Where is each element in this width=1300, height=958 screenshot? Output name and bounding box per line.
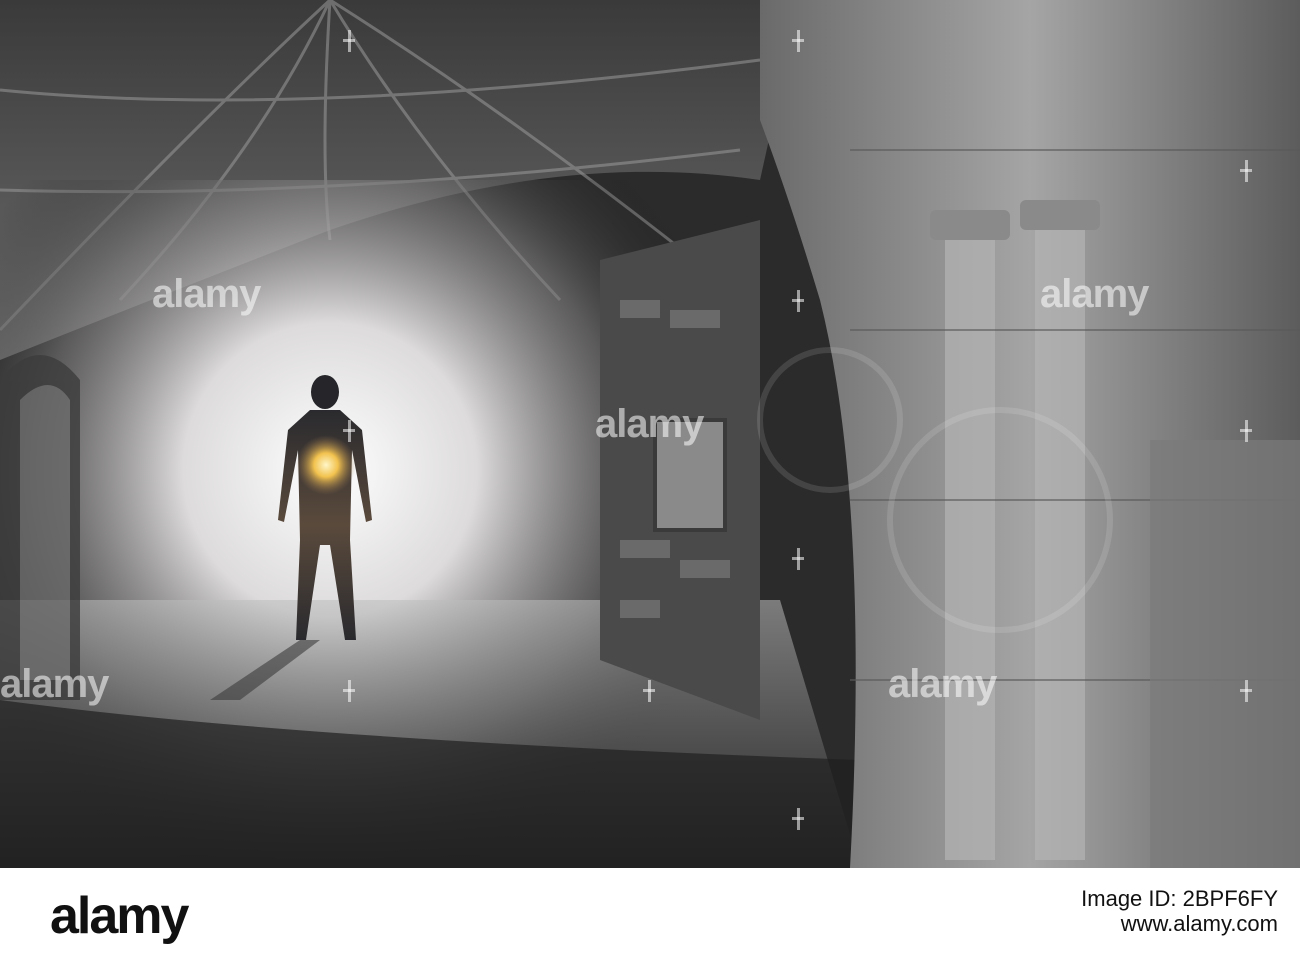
- watermark-text: alamy: [888, 662, 997, 706]
- watermark-cross-icon: [1240, 420, 1252, 442]
- watermark-cross-icon: [1240, 680, 1252, 702]
- watermark-cross-icon: [792, 30, 804, 52]
- watermark-cross-icon: [792, 290, 804, 312]
- stock-photo: alamy alamy alamy alamy alamy: [0, 0, 1300, 868]
- watermark-text: alamy: [595, 402, 704, 446]
- watermark-cross-icon: [343, 420, 355, 442]
- alamy-logo: alamy: [50, 887, 189, 945]
- stock-footer: alamy Image ID: 2BPF6FY www.alamy.com: [0, 868, 1300, 958]
- watermark-cross-icon: [343, 30, 355, 52]
- watermark-text: alamy: [1040, 272, 1149, 316]
- watermark-cross-icon: [792, 548, 804, 570]
- watermark-text: alamy: [152, 272, 261, 316]
- left-arcade: [0, 355, 80, 700]
- image-id-block: Image ID: 2BPF6FY www.alamy.com: [1081, 886, 1278, 937]
- watermark-text: alamy: [0, 662, 109, 706]
- site-url[interactable]: www.alamy.com: [1081, 911, 1278, 936]
- watermark-cross-icon: [643, 680, 655, 702]
- watermark-cross-icon: [343, 680, 355, 702]
- pillar-plinth: [1150, 440, 1300, 868]
- watermark-cross-icon: [792, 808, 804, 830]
- watermark-cross-icon: [1240, 160, 1252, 182]
- image-id: Image ID: 2BPF6FY: [1081, 886, 1278, 911]
